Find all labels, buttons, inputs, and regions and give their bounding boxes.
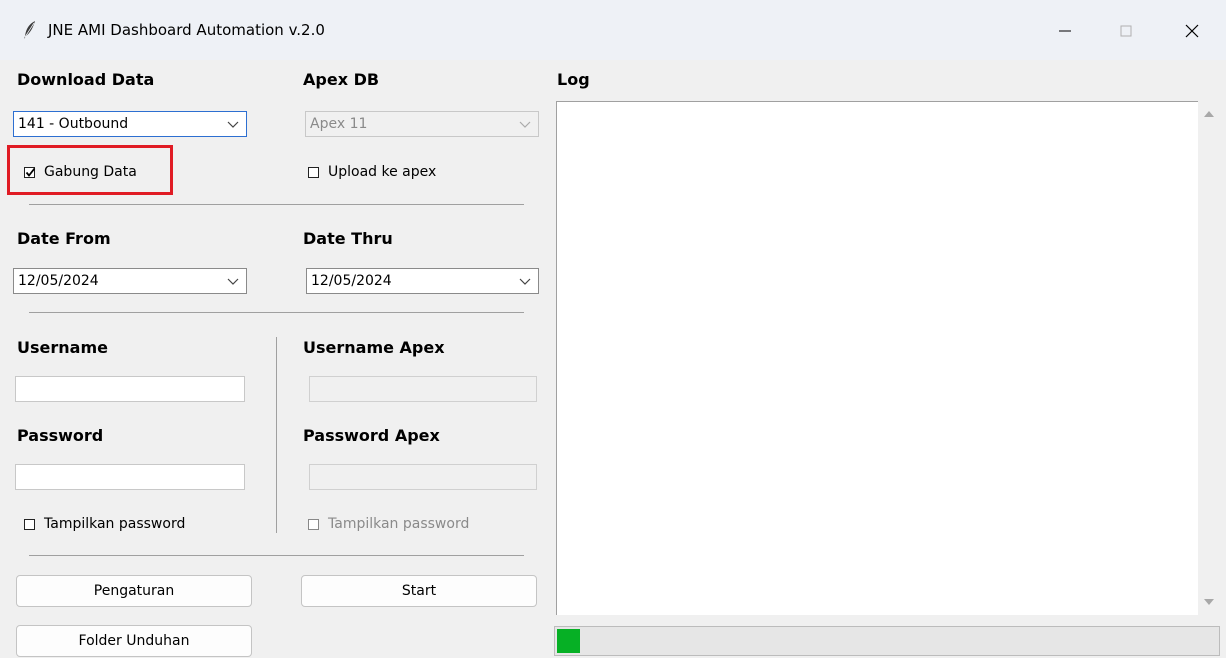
close-icon	[1185, 24, 1199, 38]
date-from-picker[interactable]: 12/05/2024	[13, 268, 247, 294]
show-password-checkbox[interactable]: Tampilkan password	[24, 516, 185, 532]
apex-db-label: Apex DB	[303, 70, 380, 89]
progress-fill	[557, 629, 580, 653]
log-textarea[interactable]	[556, 101, 1198, 615]
date-thru-value: 12/05/2024	[311, 273, 392, 289]
show-password-apex-checkbox[interactable]: Tampilkan password	[308, 516, 469, 532]
start-button[interactable]: Start	[301, 575, 537, 607]
scroll-up-icon[interactable]	[1203, 109, 1215, 119]
password-apex-label: Password Apex	[303, 426, 440, 445]
chevron-down-icon	[519, 278, 531, 285]
upload-apex-checkbox[interactable]: Upload ke apex	[308, 164, 436, 180]
password-label: Password	[17, 426, 104, 445]
username-apex-input[interactable]	[309, 376, 537, 402]
gabung-data-highlight	[7, 145, 173, 195]
password-apex-input[interactable]	[309, 464, 537, 490]
chevron-down-icon	[519, 121, 531, 128]
upload-apex-label: Upload ke apex	[328, 164, 437, 180]
date-from-label: Date From	[17, 229, 111, 248]
download-folder-button[interactable]: Folder Unduhan	[16, 625, 252, 657]
show-password-apex-label: Tampilkan password	[328, 516, 470, 532]
minimize-icon	[1059, 30, 1071, 32]
upload-apex-box[interactable]	[308, 166, 319, 178]
date-thru-label: Date Thru	[303, 229, 393, 248]
separator-3	[29, 555, 524, 556]
vertical-separator	[276, 337, 277, 533]
maximize-icon	[1120, 25, 1132, 37]
show-password-label: Tampilkan password	[44, 516, 186, 532]
username-apex-label: Username Apex	[303, 338, 445, 357]
download-data-label: Download Data	[17, 70, 155, 89]
title-bar: JNE AMI Dashboard Automation v.2.0	[0, 0, 1226, 60]
username-input[interactable]	[15, 376, 245, 402]
separator-1	[29, 204, 524, 205]
settings-button[interactable]: Pengaturan	[16, 575, 252, 607]
password-input[interactable]	[15, 464, 245, 490]
apex-db-select[interactable]: Apex 11	[305, 111, 539, 137]
apex-db-value: Apex 11	[310, 116, 368, 132]
progress-bar	[554, 626, 1220, 656]
show-password-box[interactable]	[24, 518, 35, 530]
show-password-apex-box[interactable]	[308, 518, 319, 530]
username-label: Username	[17, 338, 108, 357]
scroll-down-icon[interactable]	[1203, 597, 1215, 607]
feather-icon	[24, 21, 35, 39]
maximize-button[interactable]	[1106, 14, 1146, 48]
log-scrollbar[interactable]	[1198, 101, 1220, 615]
date-from-value: 12/05/2024	[18, 273, 99, 289]
download-data-select[interactable]: 141 - Outbound	[13, 111, 247, 137]
date-thru-picker[interactable]: 12/05/2024	[306, 268, 539, 294]
close-button[interactable]	[1172, 14, 1212, 48]
window-title: JNE AMI Dashboard Automation v.2.0	[48, 21, 325, 39]
chevron-down-icon	[227, 278, 239, 285]
separator-2	[29, 312, 524, 313]
chevron-down-icon	[227, 121, 239, 128]
log-label: Log	[557, 70, 590, 89]
download-data-value: 141 - Outbound	[18, 116, 129, 132]
minimize-button[interactable]	[1045, 14, 1085, 48]
